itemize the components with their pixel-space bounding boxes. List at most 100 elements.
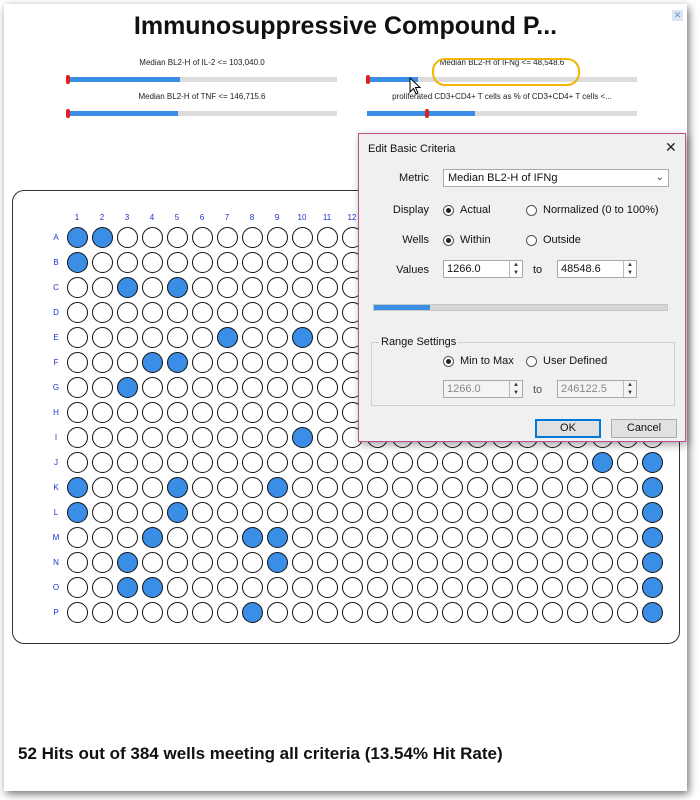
well-J21[interactable]: [567, 452, 588, 473]
well-N22[interactable]: [592, 552, 613, 573]
value-max-input[interactable]: 48548.6 ▲ ▼: [557, 260, 637, 278]
well-G4[interactable]: [142, 377, 163, 398]
well-E10[interactable]: [292, 327, 313, 348]
well-G2[interactable]: [92, 377, 113, 398]
well-O7[interactable]: [217, 577, 238, 598]
well-G1[interactable]: [67, 377, 88, 398]
well-H4[interactable]: [142, 402, 163, 423]
user-defined-radio[interactable]: [526, 356, 537, 367]
well-L4[interactable]: [142, 502, 163, 523]
well-I4[interactable]: [142, 427, 163, 448]
well-P19[interactable]: [517, 602, 538, 623]
well-M15[interactable]: [417, 527, 438, 548]
well-J6[interactable]: [192, 452, 213, 473]
well-C2[interactable]: [92, 277, 113, 298]
well-N15[interactable]: [417, 552, 438, 573]
well-I1[interactable]: [67, 427, 88, 448]
well-J9[interactable]: [267, 452, 288, 473]
cancel-button[interactable]: Cancel: [611, 419, 677, 438]
well-C3[interactable]: [117, 277, 138, 298]
well-O5[interactable]: [167, 577, 188, 598]
well-L18[interactable]: [492, 502, 513, 523]
well-C10[interactable]: [292, 277, 313, 298]
well-O2[interactable]: [92, 577, 113, 598]
well-N23[interactable]: [617, 552, 638, 573]
well-J7[interactable]: [217, 452, 238, 473]
well-M12[interactable]: [342, 527, 363, 548]
well-J14[interactable]: [392, 452, 413, 473]
ok-button[interactable]: OK: [535, 419, 601, 438]
well-N19[interactable]: [517, 552, 538, 573]
well-I8[interactable]: [242, 427, 263, 448]
well-P10[interactable]: [292, 602, 313, 623]
well-B9[interactable]: [267, 252, 288, 273]
well-H8[interactable]: [242, 402, 263, 423]
slider-track[interactable]: [66, 75, 337, 84]
well-K15[interactable]: [417, 477, 438, 498]
well-L6[interactable]: [192, 502, 213, 523]
well-G5[interactable]: [167, 377, 188, 398]
well-K16[interactable]: [442, 477, 463, 498]
well-D4[interactable]: [142, 302, 163, 323]
well-N14[interactable]: [392, 552, 413, 573]
well-K9[interactable]: [267, 477, 288, 498]
range-max-input[interactable]: 246122.5 ▲ ▼: [557, 380, 637, 398]
well-J22[interactable]: [592, 452, 613, 473]
well-K21[interactable]: [567, 477, 588, 498]
well-O4[interactable]: [142, 577, 163, 598]
well-P23[interactable]: [617, 602, 638, 623]
well-L15[interactable]: [417, 502, 438, 523]
well-D11[interactable]: [317, 302, 338, 323]
value-range-slider[interactable]: [373, 304, 668, 311]
well-P15[interactable]: [417, 602, 438, 623]
well-E5[interactable]: [167, 327, 188, 348]
well-F3[interactable]: [117, 352, 138, 373]
well-J19[interactable]: [517, 452, 538, 473]
well-L16[interactable]: [442, 502, 463, 523]
well-O13[interactable]: [367, 577, 388, 598]
spinner-arrows-icon[interactable]: ▲ ▼: [509, 381, 522, 397]
well-O12[interactable]: [342, 577, 363, 598]
well-B11[interactable]: [317, 252, 338, 273]
well-H6[interactable]: [192, 402, 213, 423]
well-B5[interactable]: [167, 252, 188, 273]
well-P3[interactable]: [117, 602, 138, 623]
well-L12[interactable]: [342, 502, 363, 523]
well-B6[interactable]: [192, 252, 213, 273]
slider-max-handle[interactable]: [425, 109, 429, 118]
well-L7[interactable]: [217, 502, 238, 523]
well-A8[interactable]: [242, 227, 263, 248]
well-F6[interactable]: [192, 352, 213, 373]
well-K13[interactable]: [367, 477, 388, 498]
well-J4[interactable]: [142, 452, 163, 473]
well-N11[interactable]: [317, 552, 338, 573]
well-O3[interactable]: [117, 577, 138, 598]
well-E1[interactable]: [67, 327, 88, 348]
well-K6[interactable]: [192, 477, 213, 498]
well-D9[interactable]: [267, 302, 288, 323]
well-J10[interactable]: [292, 452, 313, 473]
well-E4[interactable]: [142, 327, 163, 348]
slider-track[interactable]: [66, 109, 337, 118]
well-J8[interactable]: [242, 452, 263, 473]
well-A10[interactable]: [292, 227, 313, 248]
well-I5[interactable]: [167, 427, 188, 448]
well-E3[interactable]: [117, 327, 138, 348]
metric-select[interactable]: Median BL2-H of IFNg ⌄: [443, 169, 669, 187]
well-G11[interactable]: [317, 377, 338, 398]
well-G6[interactable]: [192, 377, 213, 398]
well-O20[interactable]: [542, 577, 563, 598]
well-H7[interactable]: [217, 402, 238, 423]
well-A2[interactable]: [92, 227, 113, 248]
well-P22[interactable]: [592, 602, 613, 623]
well-B1[interactable]: [67, 252, 88, 273]
well-L20[interactable]: [542, 502, 563, 523]
well-N12[interactable]: [342, 552, 363, 573]
well-N16[interactable]: [442, 552, 463, 573]
slider-tnf[interactable]: Median BL2-H of TNF <= 146,715.6: [66, 92, 337, 118]
well-M17[interactable]: [467, 527, 488, 548]
well-L13[interactable]: [367, 502, 388, 523]
well-N8[interactable]: [242, 552, 263, 573]
well-O22[interactable]: [592, 577, 613, 598]
well-M13[interactable]: [367, 527, 388, 548]
